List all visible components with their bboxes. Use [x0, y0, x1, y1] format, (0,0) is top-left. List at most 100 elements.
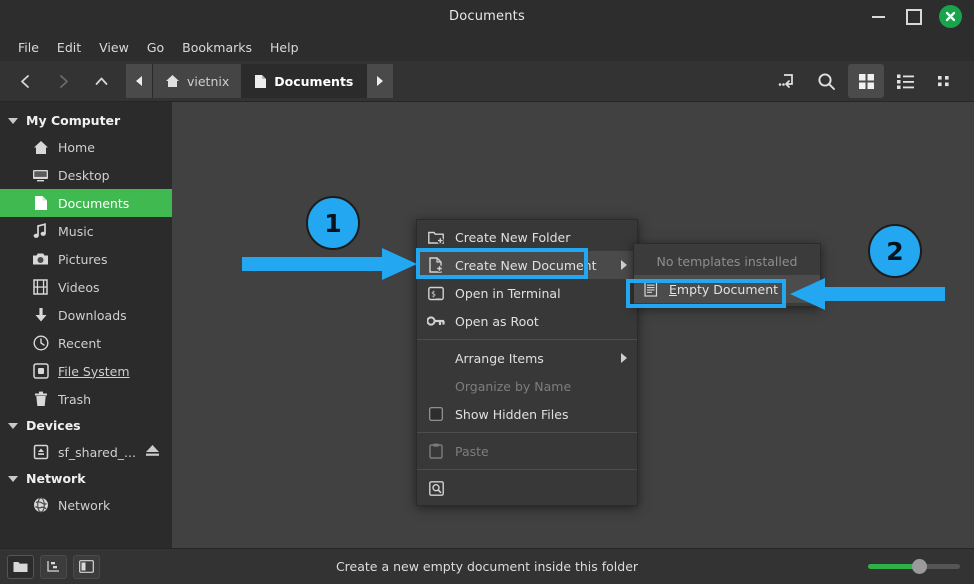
annotation-arrow-2 — [790, 278, 945, 310]
breadcrumb-scroll-left[interactable] — [126, 64, 153, 98]
menu-separator — [417, 469, 637, 470]
sidebar-item-videos[interactable]: Videos — [0, 273, 172, 301]
document-icon — [254, 74, 267, 89]
svg-text:$_: $_ — [431, 289, 441, 298]
breadcrumb-label: Documents — [274, 73, 354, 89]
title-bar: Documents — [0, 0, 974, 33]
globe-icon — [32, 497, 49, 513]
tree-view-button[interactable] — [40, 554, 67, 579]
checkbox-unchecked-icon — [427, 407, 445, 421]
menu-bar: File Edit View Go Bookmarks Help — [0, 33, 974, 61]
sidebar-toggle-button[interactable] — [73, 554, 100, 579]
icon-view-icon[interactable] — [848, 64, 884, 98]
toolbar-right-buttons — [768, 64, 974, 98]
menu-go[interactable]: Go — [139, 36, 172, 59]
sidebar-item-file-system[interactable]: File System — [0, 357, 172, 385]
submenu-label: No templates installed — [656, 253, 798, 269]
annotation-arrow-1 — [242, 248, 417, 280]
sidebar-group-network[interactable]: Network — [0, 466, 172, 491]
context-menu-item-show-hidden-files[interactable]: Show Hidden Files — [417, 400, 637, 428]
sidebar-item-recent[interactable]: Recent — [0, 329, 172, 357]
forward-arrow-icon[interactable] — [44, 64, 82, 98]
context-menu-label: Open as Root — [455, 313, 539, 329]
sidebar: My Computer Home Desktop Documents Music — [0, 102, 172, 548]
sidebar-item-sf-shared[interactable]: sf_shared_... — [0, 438, 172, 466]
context-menu-label: Paste — [455, 443, 489, 459]
sidebar-item-network[interactable]: Network — [0, 491, 172, 519]
eject-icon[interactable] — [145, 444, 160, 460]
file-manager-window: Documents File Edit View Go Bookmarks He… — [0, 0, 974, 584]
window-controls — [867, 0, 974, 33]
chevron-down-icon — [8, 475, 18, 482]
properties-icon — [427, 480, 445, 496]
compact-view-icon[interactable] — [928, 64, 964, 98]
context-menu-item-properties[interactable] — [417, 474, 637, 502]
chevron-down-icon — [8, 117, 18, 124]
context-menu-item-arrange-items[interactable]: Arrange Items — [417, 344, 637, 372]
sidebar-item-downloads[interactable]: Downloads — [0, 301, 172, 329]
chevron-right-icon — [621, 353, 627, 363]
zoom-slider-knob[interactable] — [911, 559, 927, 574]
trash-icon — [32, 391, 49, 407]
new-document-icon — [427, 257, 445, 273]
download-arrow-icon — [32, 307, 49, 323]
sidebar-item-music[interactable]: Music — [0, 217, 172, 245]
sidebar-group-devices[interactable]: Devices — [0, 413, 172, 438]
chevron-right-icon — [621, 260, 627, 270]
folder-view-button[interactable] — [7, 554, 34, 579]
close-icon[interactable] — [939, 5, 962, 28]
sidebar-group-label: Devices — [26, 418, 81, 433]
submenu-mnemonic: E — [669, 281, 677, 297]
menu-help[interactable]: Help — [262, 36, 307, 59]
sidebar-group-label: Network — [26, 471, 86, 486]
submenu-label: Empty Document — [669, 282, 778, 297]
sidebar-item-label: File System — [58, 363, 130, 379]
open-terminal-here-icon[interactable] — [768, 64, 804, 98]
drive-icon — [32, 444, 49, 460]
sidebar-item-label: Network — [58, 497, 111, 513]
clock-icon — [32, 335, 49, 351]
search-icon[interactable] — [808, 64, 844, 98]
breadcrumb-scroll-right[interactable] — [366, 64, 394, 98]
music-note-icon — [32, 223, 49, 239]
sidebar-item-home[interactable]: Home — [0, 133, 172, 161]
sidebar-item-trash[interactable]: Trash — [0, 385, 172, 413]
sidebar-item-documents[interactable]: Documents — [0, 189, 172, 217]
terminal-icon: $_ — [427, 286, 445, 301]
chevron-down-icon — [8, 422, 18, 429]
sidebar-item-pictures[interactable]: Pictures — [0, 245, 172, 273]
submenu-item-no-templates: No templates installed — [634, 247, 820, 275]
breadcrumb-item-documents[interactable]: Documents — [242, 64, 367, 98]
home-icon — [32, 140, 49, 155]
film-icon — [32, 279, 49, 295]
menu-separator — [417, 432, 637, 433]
menu-separator — [417, 339, 637, 340]
menu-bookmarks[interactable]: Bookmarks — [174, 36, 260, 59]
zoom-slider[interactable] — [868, 559, 960, 574]
back-arrow-icon[interactable] — [6, 64, 44, 98]
up-arrow-icon[interactable] — [82, 64, 120, 98]
menu-view[interactable]: View — [91, 36, 137, 59]
status-bar: Create a new empty document inside this … — [0, 548, 974, 584]
menu-file[interactable]: File — [10, 36, 47, 59]
breadcrumb-item-vietnix[interactable]: vietnix — [153, 64, 243, 98]
sidebar-group-my-computer[interactable]: My Computer — [0, 108, 172, 133]
document-icon — [32, 195, 49, 211]
drive-icon — [32, 363, 49, 379]
maximize-icon[interactable] — [903, 6, 925, 28]
sidebar-item-label: Desktop — [58, 167, 110, 183]
context-menu-item-open-as-root[interactable]: Open as Root — [417, 307, 637, 335]
menu-edit[interactable]: Edit — [49, 36, 89, 59]
list-view-icon[interactable] — [888, 64, 924, 98]
context-menu-item-create-new-document[interactable]: Create New Document — [417, 251, 637, 279]
window-title: Documents — [449, 9, 525, 24]
context-menu-label: Arrange Items — [455, 350, 544, 366]
context-menu-item-create-new-folder[interactable]: Create New Folder — [417, 223, 637, 251]
minimize-icon[interactable] — [867, 6, 889, 28]
context-menu-item-open-in-terminal[interactable]: $_ Open in Terminal — [417, 279, 637, 307]
desktop-icon — [32, 168, 49, 182]
status-message: Create a new empty document inside this … — [335, 559, 639, 574]
context-menu-label: Open in Terminal — [455, 285, 561, 301]
sidebar-item-desktop[interactable]: Desktop — [0, 161, 172, 189]
sidebar-item-label: Documents — [58, 195, 130, 211]
